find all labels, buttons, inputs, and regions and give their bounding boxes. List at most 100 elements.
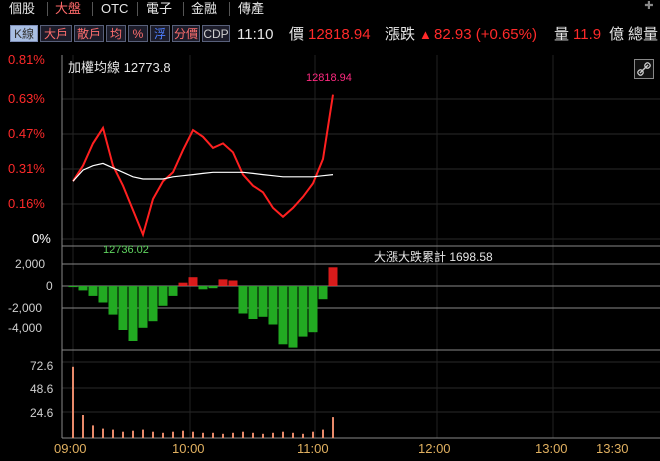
- tab-stock[interactable]: 個股: [9, 0, 35, 18]
- breadth-bar: [88, 286, 98, 296]
- volume-bar: [92, 425, 94, 438]
- y-tick-breadth-3: -4,000: [8, 321, 42, 335]
- breadth-bar: [248, 286, 258, 319]
- volume-bar: [232, 432, 234, 438]
- volume-bar: [282, 431, 284, 438]
- volume-bar: [142, 429, 144, 438]
- total-volume-label: 總量: [628, 26, 659, 43]
- avg-line-label: 加權均線 12773.8: [68, 60, 171, 75]
- tab-divider: [229, 2, 230, 16]
- volume-unit: 億: [609, 26, 625, 43]
- link-icon[interactable]: [634, 59, 654, 79]
- breadth-bar: [128, 286, 138, 341]
- breadth-bar: [138, 286, 148, 328]
- breadth-bars: [68, 267, 338, 348]
- breadth-bar: [208, 286, 218, 289]
- x-tick-1: 10:00: [172, 441, 205, 456]
- percent-button[interactable]: %: [128, 25, 148, 42]
- volume-bar: [322, 429, 324, 438]
- x-tick-5: 13:30: [596, 441, 629, 456]
- volume-bar: [272, 432, 274, 438]
- breadth-bar: [218, 279, 228, 286]
- tab-divider: [137, 2, 138, 16]
- breadth-bar: [108, 286, 118, 315]
- tab-finance[interactable]: 金融: [191, 0, 217, 18]
- volume-bar: [262, 433, 264, 438]
- volume-bar: [202, 432, 204, 438]
- price-label: 價: [289, 26, 305, 43]
- cdp-button[interactable]: CDP: [202, 25, 230, 42]
- breadth-bar: [288, 286, 298, 348]
- volume-bar: [332, 417, 334, 438]
- tab-electronics[interactable]: 電子: [146, 0, 172, 18]
- time-display: 11:10: [237, 26, 274, 43]
- volume-bar: [72, 366, 74, 438]
- tab-divider: [47, 2, 48, 16]
- tab-traditional[interactable]: 傳產: [238, 0, 264, 18]
- breadth-bar: [278, 286, 288, 345]
- breadth-bar: [258, 286, 268, 317]
- breadth-bar: [168, 286, 178, 296]
- price-value: 12818.94: [308, 26, 371, 43]
- breadth-bar: [98, 286, 108, 303]
- tab-market[interactable]: 大盤: [55, 0, 81, 18]
- volume-bar: [152, 431, 154, 438]
- x-tick-2: 11:00: [297, 441, 329, 456]
- change-label: 漲跌: [385, 26, 416, 43]
- x-tick-3: 12:00: [418, 441, 451, 456]
- volume-bars: [72, 366, 334, 438]
- tab-otc[interactable]: OTC: [101, 0, 128, 18]
- volume-bar: [112, 429, 114, 438]
- breadth-bar: [228, 280, 238, 286]
- price-lines: [72, 94, 334, 238]
- average-line: [72, 162, 334, 182]
- pin-icon[interactable]: ✚: [643, 0, 655, 12]
- breadth-bar: [68, 286, 78, 288]
- y-tick-breadth-2: -2,000: [8, 301, 42, 315]
- market-tabs: 個股 大盤 OTC 電子 金融 傳產 ✚: [0, 0, 660, 20]
- volume-bar: [292, 432, 294, 438]
- y-tick-volume-1: 48.6: [30, 382, 54, 396]
- price-distribution-button[interactable]: 分價: [172, 25, 200, 42]
- price-line: [72, 94, 334, 238]
- intraday-chart: 0.81% 0.63% 0.47% 0.31% 0.16% 0% 2,000 0…: [8, 52, 660, 456]
- breadth-bar: [198, 286, 208, 290]
- volume-bar: [192, 431, 194, 438]
- high-label: 12818.94: [306, 72, 352, 84]
- float-button[interactable]: 浮: [150, 25, 170, 42]
- volume-bar: [302, 433, 304, 438]
- x-tick-0: 09:00: [54, 441, 87, 456]
- volume-bar: [162, 432, 164, 438]
- breadth-bar: [148, 286, 158, 322]
- y-tick-price-1: 0.63%: [8, 91, 45, 106]
- retail-button[interactable]: 散戶: [74, 25, 104, 42]
- breadth-bar: [238, 286, 248, 314]
- big-holder-button[interactable]: 大戶: [40, 25, 72, 42]
- breadth-bar: [298, 286, 308, 337]
- tab-divider: [183, 2, 184, 16]
- y-tick-price-2: 0.47%: [8, 126, 45, 141]
- pane-dividers: [61, 55, 660, 439]
- volume-bar: [252, 432, 254, 438]
- volume-bar: [82, 415, 84, 438]
- volume-bar: [312, 431, 314, 438]
- change-value: 82.93 (+0.65%): [434, 26, 537, 43]
- y-tick-price-4: 0.16%: [8, 196, 45, 211]
- average-button[interactable]: 均: [106, 25, 126, 42]
- volume-bar: [172, 431, 174, 438]
- breadth-bar: [308, 286, 318, 333]
- breadth-bar: [178, 282, 188, 286]
- x-tick-4: 13:00: [535, 441, 568, 456]
- volume-label: 量: [554, 26, 570, 43]
- y-tick-price-3: 0.31%: [8, 161, 45, 176]
- kline-button[interactable]: K線: [10, 25, 38, 42]
- volume-bar: [212, 432, 214, 438]
- y-tick-volume-0: 72.6: [30, 359, 54, 373]
- breadth-bar: [158, 286, 168, 306]
- volume-value: 11.9: [573, 26, 602, 43]
- volume-bar: [102, 428, 104, 438]
- volume-bar: [182, 430, 184, 438]
- y-tick-price-0: 0.81%: [8, 52, 45, 67]
- tab-divider: [92, 2, 93, 16]
- volume-bar: [132, 430, 134, 438]
